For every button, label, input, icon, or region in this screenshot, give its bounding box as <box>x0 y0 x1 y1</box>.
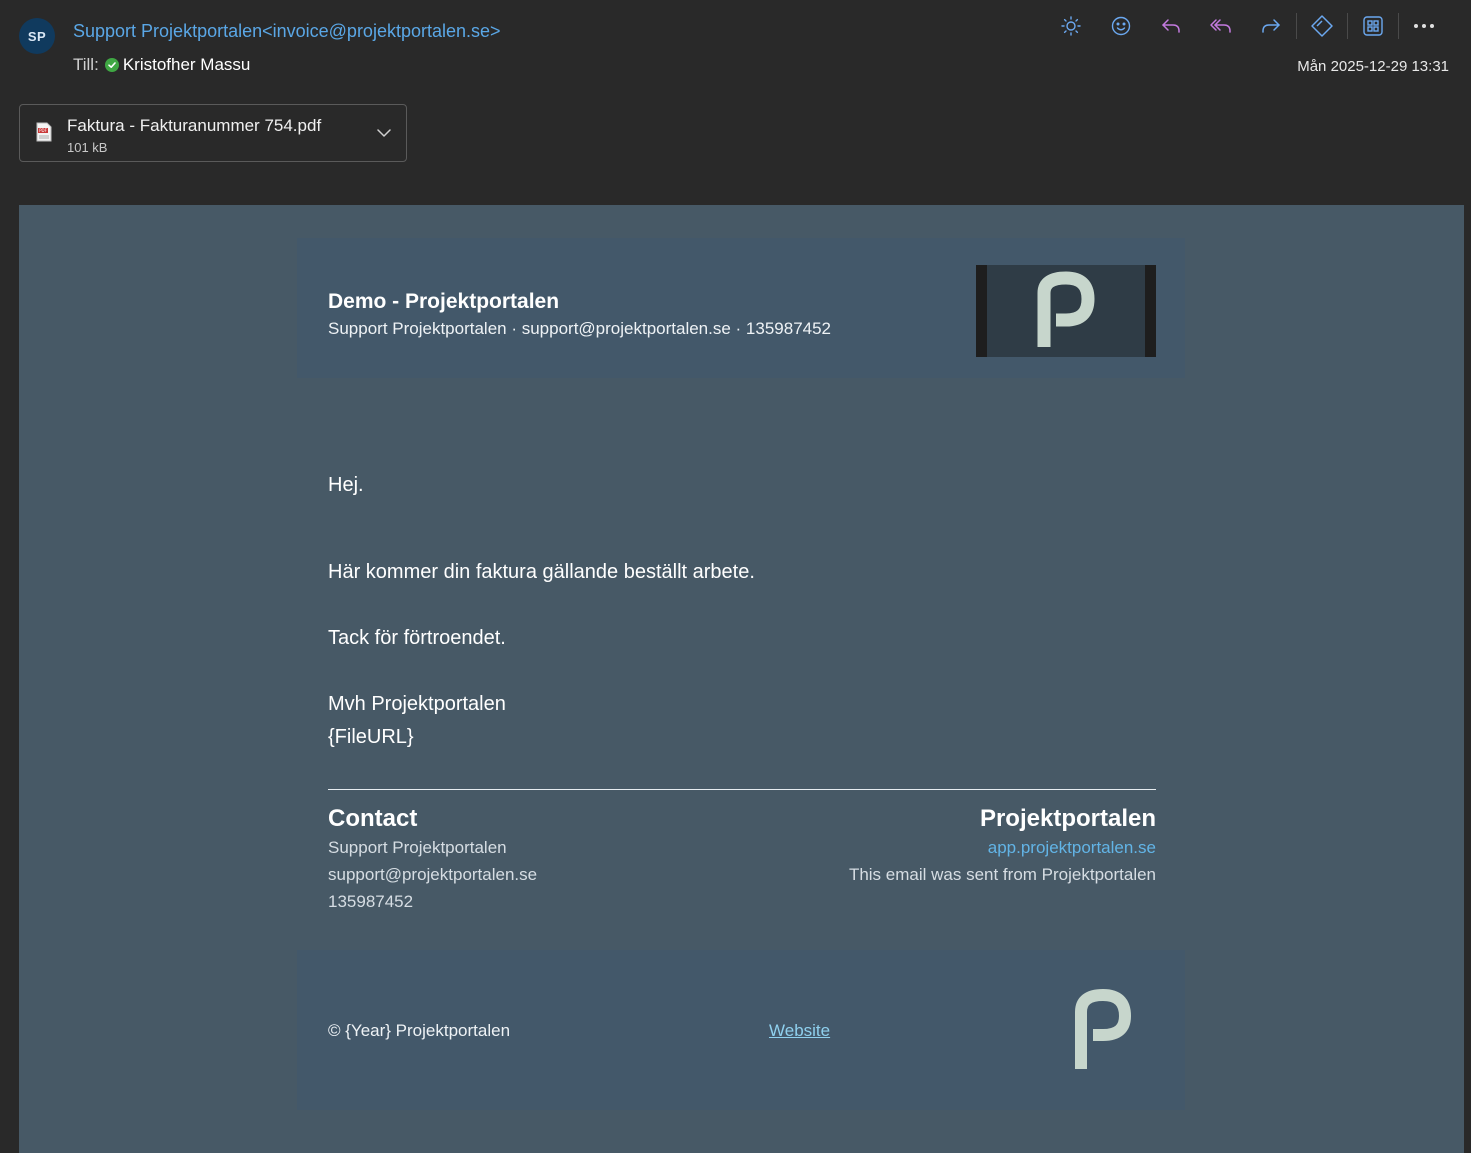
reply-icon[interactable] <box>1146 10 1196 42</box>
to-label: Till: <box>73 55 99 74</box>
company-logo <box>976 265 1156 357</box>
signature: Mvh Projektportalen <box>328 693 506 715</box>
contact-phone: 135987452 <box>328 892 414 911</box>
reply-all-icon[interactable] <box>1196 10 1246 42</box>
tag-icon[interactable] <box>1297 10 1347 42</box>
file-url-placeholder: {FileURL} <box>328 726 414 748</box>
body-line: Här kommer din faktura gällande beställt… <box>328 561 755 583</box>
contact-email[interactable]: support@projektportalen.se <box>328 865 537 885</box>
body-line: Tack för förtroendet. <box>328 627 506 649</box>
sent-from-note: This email was sent from Projektportalen <box>848 865 1156 884</box>
divider <box>328 789 1156 790</box>
contact-heading: Contact <box>328 805 418 832</box>
forward-icon[interactable] <box>1246 10 1296 42</box>
contact-name: Support Projektportalen <box>328 838 507 857</box>
greeting: Hej. <box>328 474 364 496</box>
chevron-down-icon[interactable] <box>376 125 392 146</box>
sender-avatar[interactable]: SP <box>19 18 55 54</box>
svg-text:PDF: PDF <box>39 128 47 133</box>
footer-logo <box>1072 988 1134 1077</box>
attachment-name: Faktura - Fakturanummer 754.pdf <box>67 116 322 135</box>
company-name: Demo - Projektportalen <box>328 290 560 313</box>
attachment-card[interactable]: PDF Faktura - Fakturanummer 754.pdf 101 … <box>19 104 407 162</box>
recipient-row: Till: Kristofher Massu <box>73 55 250 75</box>
message-toolbar <box>1046 10 1449 42</box>
sun-icon[interactable] <box>1046 10 1096 42</box>
recipient-name[interactable]: Kristofher Massu <box>123 55 251 75</box>
apps-icon[interactable] <box>1348 10 1398 42</box>
more-icon[interactable] <box>1399 10 1449 42</box>
received-date: Mån 2025-12-29 13:31 <box>1297 58 1449 75</box>
app-link[interactable]: app.projektportalen.se <box>988 838 1156 858</box>
sender-name[interactable]: Support Projektportalen<invoice@projektp… <box>73 21 501 42</box>
website-link[interactable]: Website <box>769 1021 830 1041</box>
emoji-icon[interactable] <box>1096 10 1146 42</box>
copyright: © {Year} Projektportalen <box>328 1021 511 1040</box>
company-contact-line: Support Projektportalen · support@projek… <box>328 319 832 338</box>
attachment-size: 101 kB <box>67 140 108 155</box>
pdf-file-icon: PDF <box>36 122 52 147</box>
brand-heading: Projektportalen <box>979 805 1156 832</box>
presence-available-icon <box>104 58 119 72</box>
